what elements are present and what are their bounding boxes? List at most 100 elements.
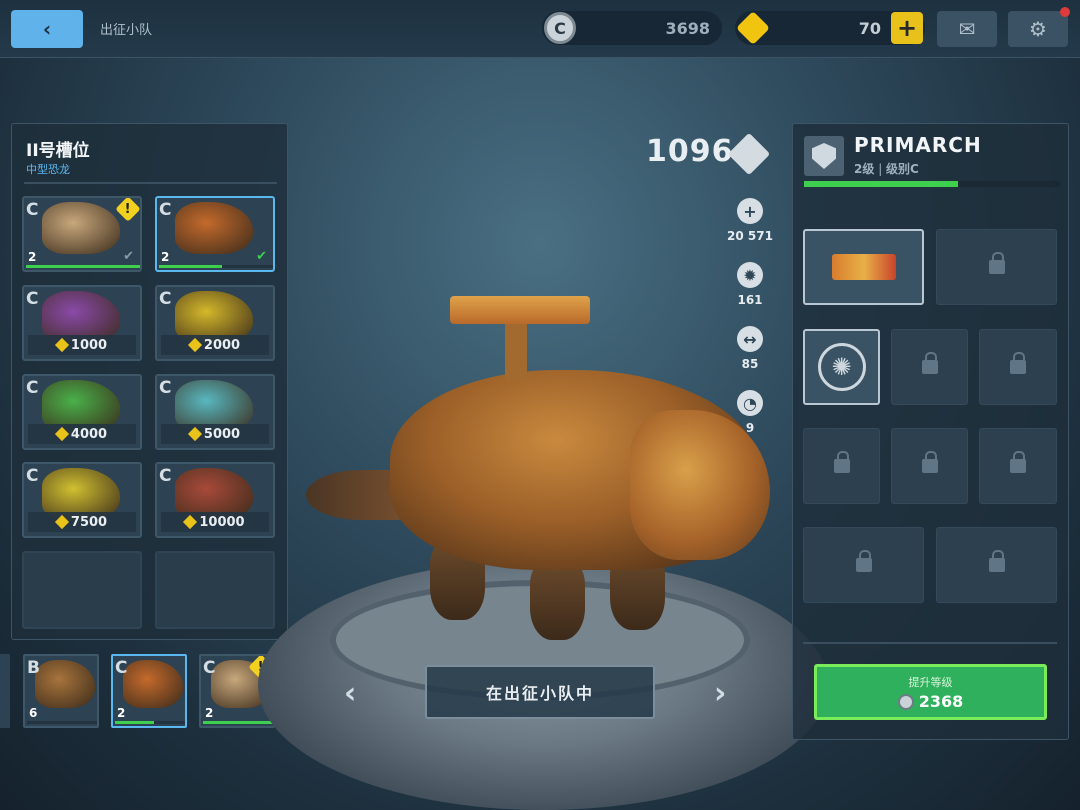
gem-icon <box>183 514 198 530</box>
upgrade-button[interactable]: 提升等级 2368 <box>814 664 1047 720</box>
dino-turret <box>450 296 590 324</box>
squad-member[interactable]: C2 <box>111 654 187 728</box>
lock-icon <box>988 252 1005 274</box>
rank-icon <box>804 136 844 176</box>
rank-badge: B <box>27 658 40 678</box>
coin-icon <box>897 693 914 710</box>
gem-icon <box>187 337 202 353</box>
price-tag: 7500 <box>28 512 136 532</box>
ability-slot[interactable]: ✺ <box>803 329 880 405</box>
rank-badge: C <box>159 466 172 486</box>
next-arrow-button[interactable]: › <box>714 676 726 711</box>
check-icon: ✔ <box>123 249 134 264</box>
speed-icon: ◔ <box>737 390 763 416</box>
xp-bar <box>115 721 185 724</box>
dino-card[interactable]: C 4000 <box>22 374 142 450</box>
gems-value: 70 <box>858 18 881 38</box>
back-button[interactable]: ‹ <box>11 10 83 48</box>
locked-slot <box>803 428 880 504</box>
lock-icon <box>1010 451 1026 473</box>
damage-icon: ✹ <box>737 262 763 288</box>
dino-card[interactable]: C 2 ✔ <box>155 196 275 272</box>
dino-card[interactable]: C 7500 <box>22 462 142 538</box>
lock-icon <box>921 451 938 473</box>
price-value: 4000 <box>70 426 108 442</box>
notification-dot <box>1060 7 1070 17</box>
power-icon <box>727 132 771 176</box>
chevron-left-icon: ‹ <box>42 17 52 41</box>
plus-icon: + <box>896 14 918 42</box>
chevron-right-icon: › <box>714 676 727 711</box>
lock-icon <box>988 550 1005 572</box>
price-value: 10000 <box>199 514 245 530</box>
price-value: 2000 <box>203 337 241 353</box>
xp-fill <box>115 721 154 724</box>
lock-icon <box>855 550 872 572</box>
rank-badge: C <box>26 289 39 309</box>
coins-counter: C 3698 <box>542 11 722 45</box>
health-icon: + <box>737 198 763 224</box>
level-progress-fill <box>804 181 958 187</box>
locked-slot <box>891 428 968 504</box>
gem-icon <box>54 514 69 530</box>
price-tag: 10000 <box>161 512 269 532</box>
lock-icon <box>1010 352 1026 374</box>
dino-portrait <box>42 202 120 254</box>
squad-member[interactable]: B6 <box>23 654 99 728</box>
dino-card[interactable]: C 2000 <box>155 285 275 361</box>
buy-gems-button[interactable]: + <box>891 12 923 44</box>
xp-fill <box>26 265 140 268</box>
dino-rank: 级别C <box>886 162 919 176</box>
divider <box>24 182 277 184</box>
dino-leg <box>530 560 585 640</box>
dino-level: 2 <box>28 250 37 264</box>
locked-slot <box>936 527 1057 603</box>
shield-icon <box>812 143 836 169</box>
lock-icon <box>833 451 850 473</box>
dino-level: 2级 <box>854 162 875 176</box>
xp-bar <box>203 721 273 724</box>
upgrade-label: 提升等级 <box>908 676 953 689</box>
price-tag: 1000 <box>28 335 136 355</box>
chevron-left-icon: ‹ <box>344 676 357 711</box>
empty-dino-slot <box>22 551 142 629</box>
mail-button[interactable]: ✉ <box>937 11 997 47</box>
gem-icon <box>736 11 770 45</box>
gem-icon <box>54 426 69 442</box>
coin-icon: C <box>544 12 576 44</box>
power-score: 1096 <box>646 134 734 169</box>
price-value: 1000 <box>70 337 108 353</box>
price-tag: 2000 <box>161 335 269 355</box>
locked-slot <box>979 428 1057 504</box>
gear-icon: ⚙ <box>1029 17 1047 41</box>
dino-card[interactable]: C 1000 <box>22 285 142 361</box>
xp-bar <box>27 721 97 724</box>
dino-level: 2 <box>161 250 170 264</box>
dino-level: 2 <box>205 706 214 720</box>
ability-icon: ✺ <box>817 343 866 391</box>
squad-status-button[interactable]: 在出征小队中 <box>425 665 655 719</box>
gem-icon <box>54 337 69 353</box>
dino-card[interactable]: C 10000 <box>155 462 275 538</box>
settings-button[interactable]: ⚙ <box>1008 7 1070 47</box>
xp-fill <box>159 265 222 268</box>
locked-slot <box>936 229 1057 305</box>
xp-fill <box>203 721 273 724</box>
level-progress-bar <box>804 181 1060 187</box>
rank-badge: C <box>159 289 172 309</box>
xp-bar <box>26 265 140 268</box>
dino-card[interactable]: C 5000 <box>155 374 275 450</box>
weapon-slot[interactable] <box>803 229 924 305</box>
rank-badge: C <box>203 658 216 678</box>
breadcrumb: 出征小队 <box>100 23 153 38</box>
check-icon: ✔ <box>256 249 267 264</box>
upgrade-cost-value: 2368 <box>918 692 964 711</box>
top-bar: ‹ 出征小队 C 3698 70 + ✉ ⚙ <box>0 0 1080 58</box>
slot-subtitle: 中型恐龙 <box>26 163 70 176</box>
dino-card[interactable]: C 2 ✔! <box>22 196 142 272</box>
rank-badge: C <box>159 200 172 220</box>
rank-badge: C <box>26 200 39 220</box>
lock-icon <box>921 352 938 374</box>
previous-arrow-button[interactable]: ‹ <box>344 676 356 711</box>
warning-icon: ! <box>115 198 140 222</box>
